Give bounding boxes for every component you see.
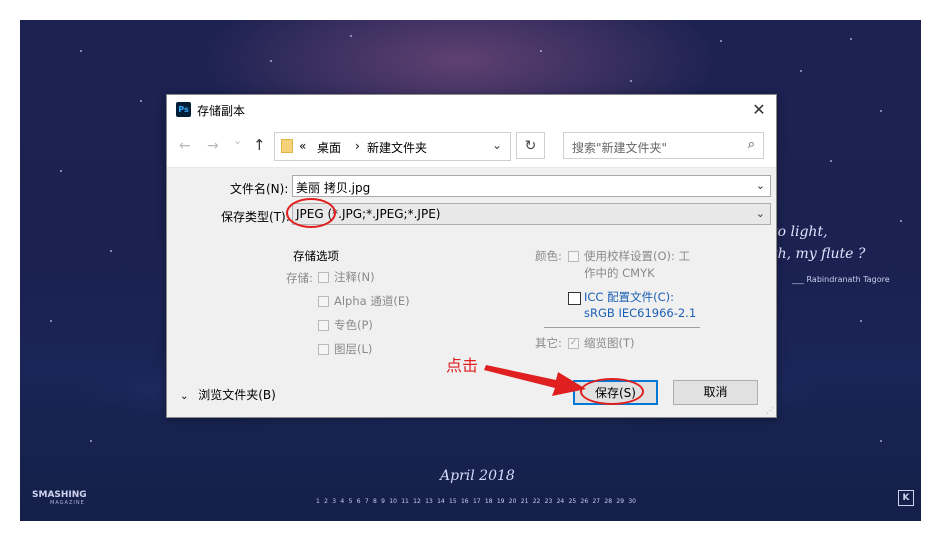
annotation-arrow-icon: [484, 365, 586, 396]
